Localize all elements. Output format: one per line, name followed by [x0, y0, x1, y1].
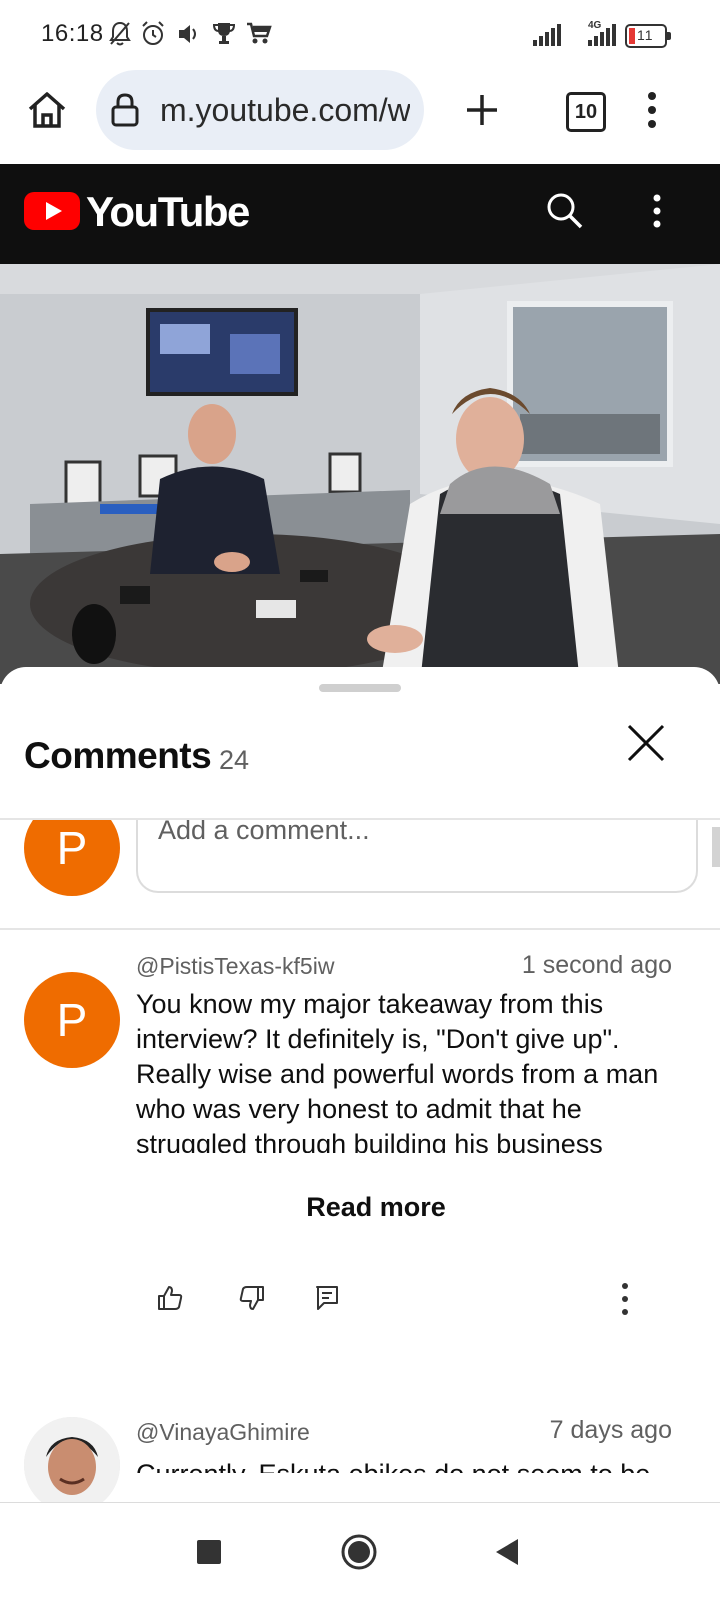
url-text: m.youtube.com/w: [160, 92, 410, 128]
youtube-wordmark[interactable]: YouTube: [86, 188, 250, 236]
youtube-header: YouTube: [0, 164, 720, 264]
battery-value: 11: [637, 27, 654, 43]
browser-menu-icon[interactable]: [645, 90, 659, 130]
address-bar[interactable]: m.youtube.com/w: [96, 70, 424, 150]
status-time: 16:18: [41, 20, 104, 47]
scrollbar-thumb[interactable]: [712, 827, 720, 867]
home-icon[interactable]: [26, 90, 68, 130]
status-bar: 16:18 4G 11: [0, 0, 720, 70]
recents-icon[interactable]: [196, 1539, 222, 1565]
comment-text: Currently, Eskuta ebikes do not seem to …: [136, 1457, 688, 1473]
avatar-photo-image: [24, 1417, 120, 1513]
comment-menu-icon[interactable]: [620, 1282, 630, 1316]
muted-bell-icon: [109, 21, 131, 46]
read-more-button[interactable]: Read more: [0, 1192, 720, 1223]
header-divider: [0, 818, 720, 820]
search-icon[interactable]: [546, 192, 584, 230]
system-nav-bar: [0, 1502, 720, 1601]
comment-time: 1 second ago: [521, 951, 672, 979]
video-frame-image: [0, 264, 720, 684]
youtube-logo-icon[interactable]: [24, 192, 80, 230]
add-comment-input[interactable]: Add a comment...: [136, 820, 698, 893]
battery-level: [629, 28, 635, 44]
battery-icon: 11: [625, 24, 671, 48]
comments-count: 24: [219, 745, 250, 775]
comment-author[interactable]: @PistisTexas-kf5iw: [136, 953, 334, 980]
comment-avatar[interactable]: P: [24, 972, 120, 1068]
back-icon[interactable]: [494, 1537, 520, 1567]
signal-4g-icon: [588, 24, 616, 46]
comment-author[interactable]: @VinayaGhimire: [136, 1419, 310, 1446]
new-tab-icon[interactable]: [464, 92, 500, 128]
dislike-icon[interactable]: [238, 1284, 266, 1312]
comment-avatar[interactable]: [24, 1417, 120, 1513]
like-icon[interactable]: [156, 1284, 184, 1312]
comments-sheet: Comments 24 P Add a comment... P @Pistis…: [0, 667, 720, 1513]
signal-icon: [533, 24, 561, 46]
yt-menu-icon[interactable]: [652, 194, 662, 228]
add-comment-placeholder: Add a comment...: [158, 820, 370, 845]
cart-icon: [247, 22, 272, 44]
alarm-icon: [142, 21, 164, 45]
input-divider: [0, 928, 720, 930]
comments-title: Comments: [24, 735, 212, 776]
tab-switcher-button[interactable]: 10: [566, 92, 606, 132]
home-nav-icon[interactable]: [340, 1533, 378, 1571]
comment-time: 7 days ago: [549, 1416, 672, 1444]
comment-input-row: P Add a comment...: [0, 820, 720, 928]
video-player[interactable]: [0, 264, 720, 684]
trophy-icon: [212, 23, 236, 44]
browser-toolbar: m.youtube.com/w 10: [0, 70, 720, 164]
close-icon[interactable]: [624, 721, 668, 765]
sheet-drag-handle[interactable]: [319, 684, 401, 692]
lock-icon: [111, 93, 139, 127]
reply-icon[interactable]: [314, 1284, 340, 1312]
volume-icon: [179, 25, 196, 43]
comment-text: You know my major takeaway from this int…: [136, 989, 659, 1153]
user-avatar[interactable]: P: [24, 820, 120, 896]
